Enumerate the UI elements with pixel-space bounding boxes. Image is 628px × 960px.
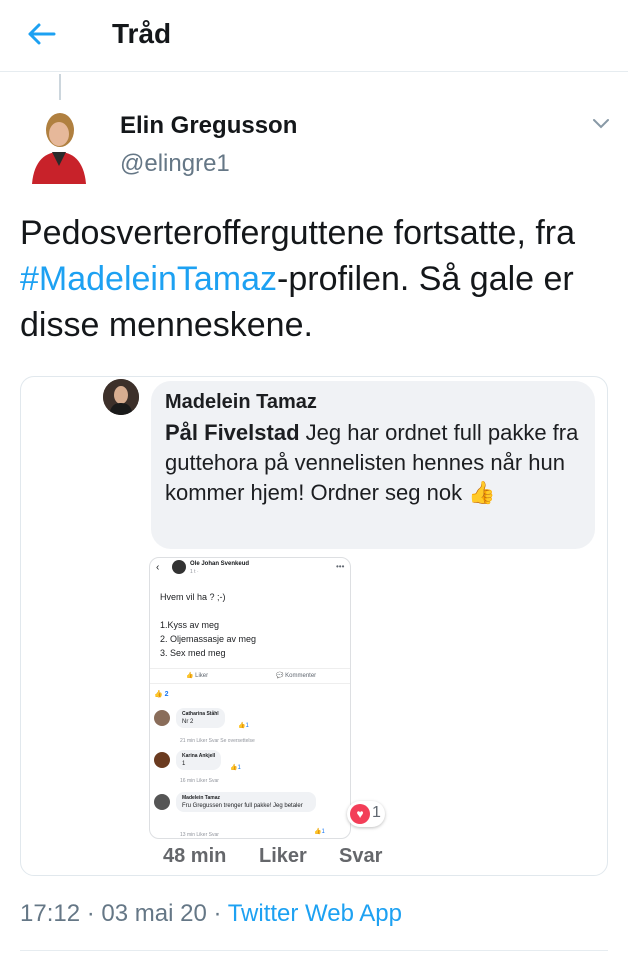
comment-text: Pål Fivelstad Jeg har ordnet full pakke … (165, 418, 581, 508)
page-title: Tråd (112, 18, 172, 49)
back-arrow-icon: ‹ (156, 562, 160, 573)
embedded-comment-label: 💬 Kommenter (276, 673, 317, 679)
embedded-post-screenshot: ‹ Ole Johan Svenkeud 1 t · ••• Hvem vil … (149, 557, 351, 839)
hashtag-link[interactable]: #MadeleinTamaz (20, 260, 277, 298)
back-arrow-icon[interactable] (24, 16, 64, 52)
tweet-text: Pedosverteroffergutten​e fortsatte, fra … (20, 210, 620, 348)
tweet-timestamp: 17:12 · 03 mai 20 · Twitter Web App (20, 900, 402, 928)
chevron-down-icon[interactable] (590, 116, 612, 132)
embedded-comment-bubble: Madelein Tamaz Fru Gregussen trenger ful… (176, 792, 316, 812)
reaction-badge: 👍1 (238, 723, 249, 729)
embedded-post-actions: 👍 Liker 💬 Kommenter (150, 668, 350, 684)
thumbs-up-icon: 👍 (468, 480, 496, 505)
heart-reaction-count: 1 (372, 804, 381, 821)
comment-time: 48 min (163, 845, 227, 867)
tweet-text-part1: Pedosverteroffergutten​e fortsatte, fra (20, 214, 576, 252)
avatar (154, 710, 170, 726)
heart-reaction-badge: ♥ 1 (347, 801, 385, 827)
embedded-post-time: 1 t · (190, 569, 199, 575)
heart-icon: ♥ (350, 804, 370, 824)
top-bar: Tråd (0, 0, 628, 72)
embedded-reaction-count: 👍 2 (154, 691, 169, 698)
embedded-author-avatar (172, 560, 186, 574)
embedded-post-list: 1.Kyss av meg 2. Oljemassasje av meg 3. … (160, 618, 256, 660)
tweet-time: 17:12 · 03 mai 20 · (20, 900, 228, 927)
embedded-author-name: Ole Johan Svenkeud (190, 561, 250, 567)
list-item: 1.Kyss av meg (160, 620, 220, 630)
reaction-badge: 👍1 (230, 765, 241, 771)
comment-reply-link: Svar (339, 845, 383, 867)
comment-like-link: Liker (259, 845, 307, 867)
embedded-comment-bubble: Karina Ankjell 1 (176, 750, 222, 770)
avatar (154, 794, 170, 810)
embedded-comment-bubble: Catharina Ståhl Nr 2 (176, 708, 225, 728)
comment-bubble: Madelein Tamaz Pål Fivelstad Jeg har ord… (151, 381, 595, 549)
thread-connector-line (59, 74, 61, 100)
tweet-source-link[interactable]: Twitter Web App (228, 900, 402, 927)
author-name[interactable]: Elin Gregusson (120, 112, 297, 140)
comment-author: Madelein Tamaz (165, 391, 317, 413)
author-handle[interactable]: @elingre1 (120, 150, 230, 178)
avatar (154, 752, 170, 768)
embedded-like-label: 👍 Liker (186, 673, 209, 679)
divider (20, 950, 608, 951)
more-options-icon: ••• (336, 562, 345, 571)
comment-mention: Pål Fivelstad (165, 420, 300, 445)
list-item: 2. Oljemassasje av meg (160, 634, 257, 644)
list-item: 3. Sex med meg (160, 648, 226, 658)
embedded-post-header: ‹ Ole Johan Svenkeud 1 t · ••• (150, 558, 350, 582)
author-avatar[interactable] (28, 108, 90, 184)
reaction-badge: 👍1 (314, 829, 325, 835)
commenter-avatar (103, 379, 139, 415)
embedded-post-question: Hvem vil ha ? ;-) (160, 592, 226, 602)
tweet-media-image[interactable]: Madelein Tamaz Pål Fivelstad Jeg har ord… (20, 376, 608, 876)
